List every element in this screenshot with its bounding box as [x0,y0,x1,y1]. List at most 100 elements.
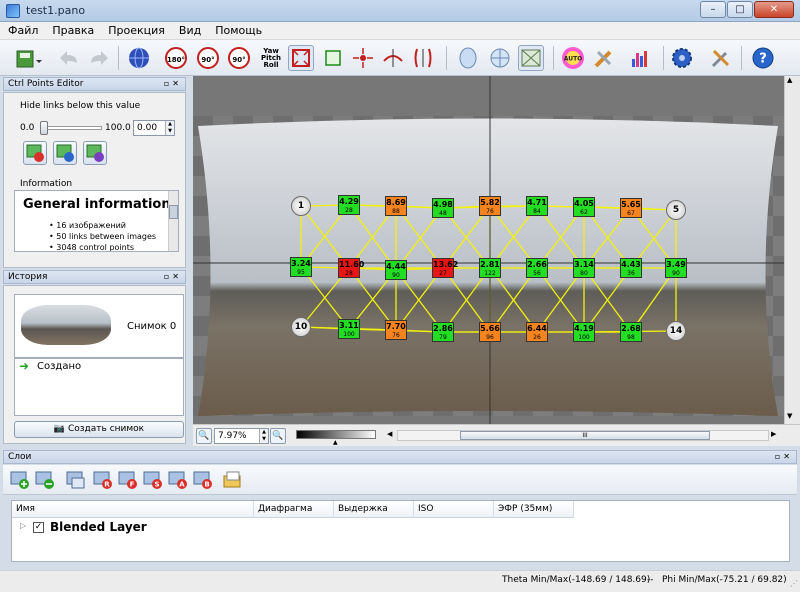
tools-icon[interactable] [708,45,734,71]
control-points-view-icon[interactable] [518,45,544,71]
close-button[interactable]: ✕ [754,1,794,18]
menu-view[interactable]: Вид [179,24,201,37]
control-point-link-box[interactable]: 2.81 122 [479,258,501,278]
control-point-link-box[interactable]: 4.71 84 [526,196,548,216]
remove-layer-icon[interactable] [34,469,56,491]
control-point-link-box[interactable]: 4.19 100 [573,322,595,342]
scroll-down-icon[interactable]: ▼ [787,412,792,420]
layer-r-icon[interactable]: R [92,469,114,491]
maximize-button[interactable]: □ [727,1,753,18]
image-node[interactable]: 1 [291,196,311,216]
undo-icon[interactable] [56,45,82,71]
globe-icon[interactable] [126,45,152,71]
column-header-iso[interactable]: ISO [414,501,494,518]
spin-arrows-icon[interactable]: ▲ ▼ [165,121,174,135]
layer-b-icon[interactable]: B [192,469,214,491]
control-point-link-box[interactable]: 3.24 95 [290,257,312,277]
column-header-name[interactable]: Имя [12,501,254,518]
info-scroll-thumb[interactable] [169,205,178,219]
history-item-created[interactable]: ➜ Создано [15,359,183,375]
panorama-canvas[interactable] [193,76,784,424]
control-point-link-box[interactable]: 3.49 90 [665,258,687,278]
control-point-link-box[interactable]: 4.44 90 [385,260,407,280]
layer-properties-icon[interactable] [65,469,87,491]
panorama-viewer[interactable]: 4.29 28 8.69 88 4.98 48 5.82 76 4.71 84 4.05 62 5.65… [193,76,784,424]
scroll-up-icon[interactable]: ▲ [787,76,792,84]
control-point-link-box[interactable]: 5.65 67 [620,198,642,218]
straighten-icon[interactable] [380,45,406,71]
image-node[interactable]: 14 [666,321,686,341]
expand-arrow-icon[interactable]: ▷ [20,521,26,530]
preview-icon[interactable] [455,45,481,71]
resize-grip-icon[interactable]: ⋰ [790,579,798,588]
zoom-input[interactable]: 7.97% ▲ ▼ [214,428,269,444]
control-point-link-box[interactable]: 2.68 98 [620,322,642,342]
control-point-link-box[interactable]: 8.69 88 [385,196,407,216]
optimize-links-button[interactable] [53,141,77,165]
control-point-link-box[interactable]: 4.29 28 [338,195,360,215]
column-header-aperture[interactable]: Диафрагма [254,501,334,518]
exposure-tools-icon[interactable] [591,45,617,71]
control-point-link-box[interactable]: 5.82 76 [479,196,501,216]
control-point-link-box[interactable]: 4.98 48 [432,198,454,218]
layer-s-icon[interactable]: S [142,469,164,491]
control-point-link-box[interactable]: 4.05 62 [573,197,595,217]
control-point-link-box[interactable]: 11.60 28 [338,258,364,278]
scroll-left-icon[interactable]: ◀ [387,430,392,438]
table-row[interactable]: ▷ ✓ Blended Layer [12,519,789,537]
auto-exposure-icon[interactable]: AUTO [560,45,586,71]
find-links-button[interactable] [83,141,107,165]
layer-folder-icon[interactable] [221,469,243,491]
scroll-right-icon[interactable]: ▶ [771,430,776,438]
image-node[interactable]: 10 [291,317,311,337]
control-point-link-box[interactable]: 4.43 36 [620,258,642,278]
redo-icon[interactable] [86,45,112,71]
information-box[interactable]: General information • 16 изображений • 5… [14,190,179,252]
add-layer-icon[interactable] [9,469,31,491]
hide-links-slider[interactable] [40,126,102,130]
layer-f-icon[interactable]: F [117,469,139,491]
horizontal-scroll-thumb[interactable]: III [460,431,710,440]
image-node[interactable]: 5 [666,200,686,220]
create-snapshot-button[interactable]: 📷 Создать снимок [14,421,184,438]
rotate-90-ccw-icon[interactable]: 90° [195,45,221,71]
menu-file[interactable]: Файл [8,24,38,37]
menu-help[interactable]: Помощь [215,24,262,37]
panel-float-close-icon[interactable]: ▫✕ [164,271,182,283]
overview-icon[interactable] [487,45,513,71]
viewer-horizontal-scrollbar[interactable]: III [397,430,769,441]
center-icon[interactable] [350,45,376,71]
layer-a-icon[interactable]: A [167,469,189,491]
fit-crop-icon[interactable] [288,45,314,71]
history-list[interactable]: ➜ Создано [14,358,184,416]
control-point-link-box[interactable]: 2.86 79 [432,322,454,342]
rotate-180-icon[interactable]: 180° [163,45,189,71]
settings-gear-icon[interactable] [669,45,695,71]
hide-links-value-input[interactable]: 0.00 ▲ ▼ [133,120,175,136]
save-icon[interactable] [12,45,46,71]
spin-arrows-icon[interactable]: ▲ ▼ [259,429,268,443]
panel-float-close-icon[interactable]: ▫✕ [775,451,793,463]
control-point-link-box[interactable]: 3.11 100 [338,319,360,339]
remove-links-button[interactable] [23,141,47,165]
zoom-fit-icon[interactable]: 🔍 [270,428,286,444]
exposure-gradient[interactable] [296,430,376,439]
menu-edit[interactable]: Правка [52,24,94,37]
histogram-icon[interactable] [628,45,654,71]
rotate-90-cw-icon[interactable]: 90° [226,45,252,71]
control-point-link-box[interactable]: 13.62 27 [432,258,458,278]
viewer-vertical-scrollbar[interactable]: ▲ ▼ [784,76,800,424]
control-point-link-box[interactable]: 6.44 26 [526,322,548,342]
menu-projection[interactable]: Проекция [108,24,165,37]
info-scrollbar[interactable] [168,191,178,251]
panel-float-close-icon[interactable]: ▫✕ [164,78,182,90]
layer-visibility-checkbox[interactable]: ✓ [33,522,44,533]
column-header-focal-length[interactable]: ЭФР (35мм) [494,501,574,518]
control-point-link-box[interactable]: 7.70 76 [385,320,407,340]
column-header-exposure[interactable]: Выдержка [334,501,414,518]
vertical-lines-icon[interactable] [410,45,436,71]
control-point-link-box[interactable]: 2.66 56 [526,258,548,278]
control-point-link-box[interactable]: 3.14 80 [573,258,595,278]
help-icon[interactable]: ? [750,45,776,71]
minimize-button[interactable]: – [700,1,726,18]
